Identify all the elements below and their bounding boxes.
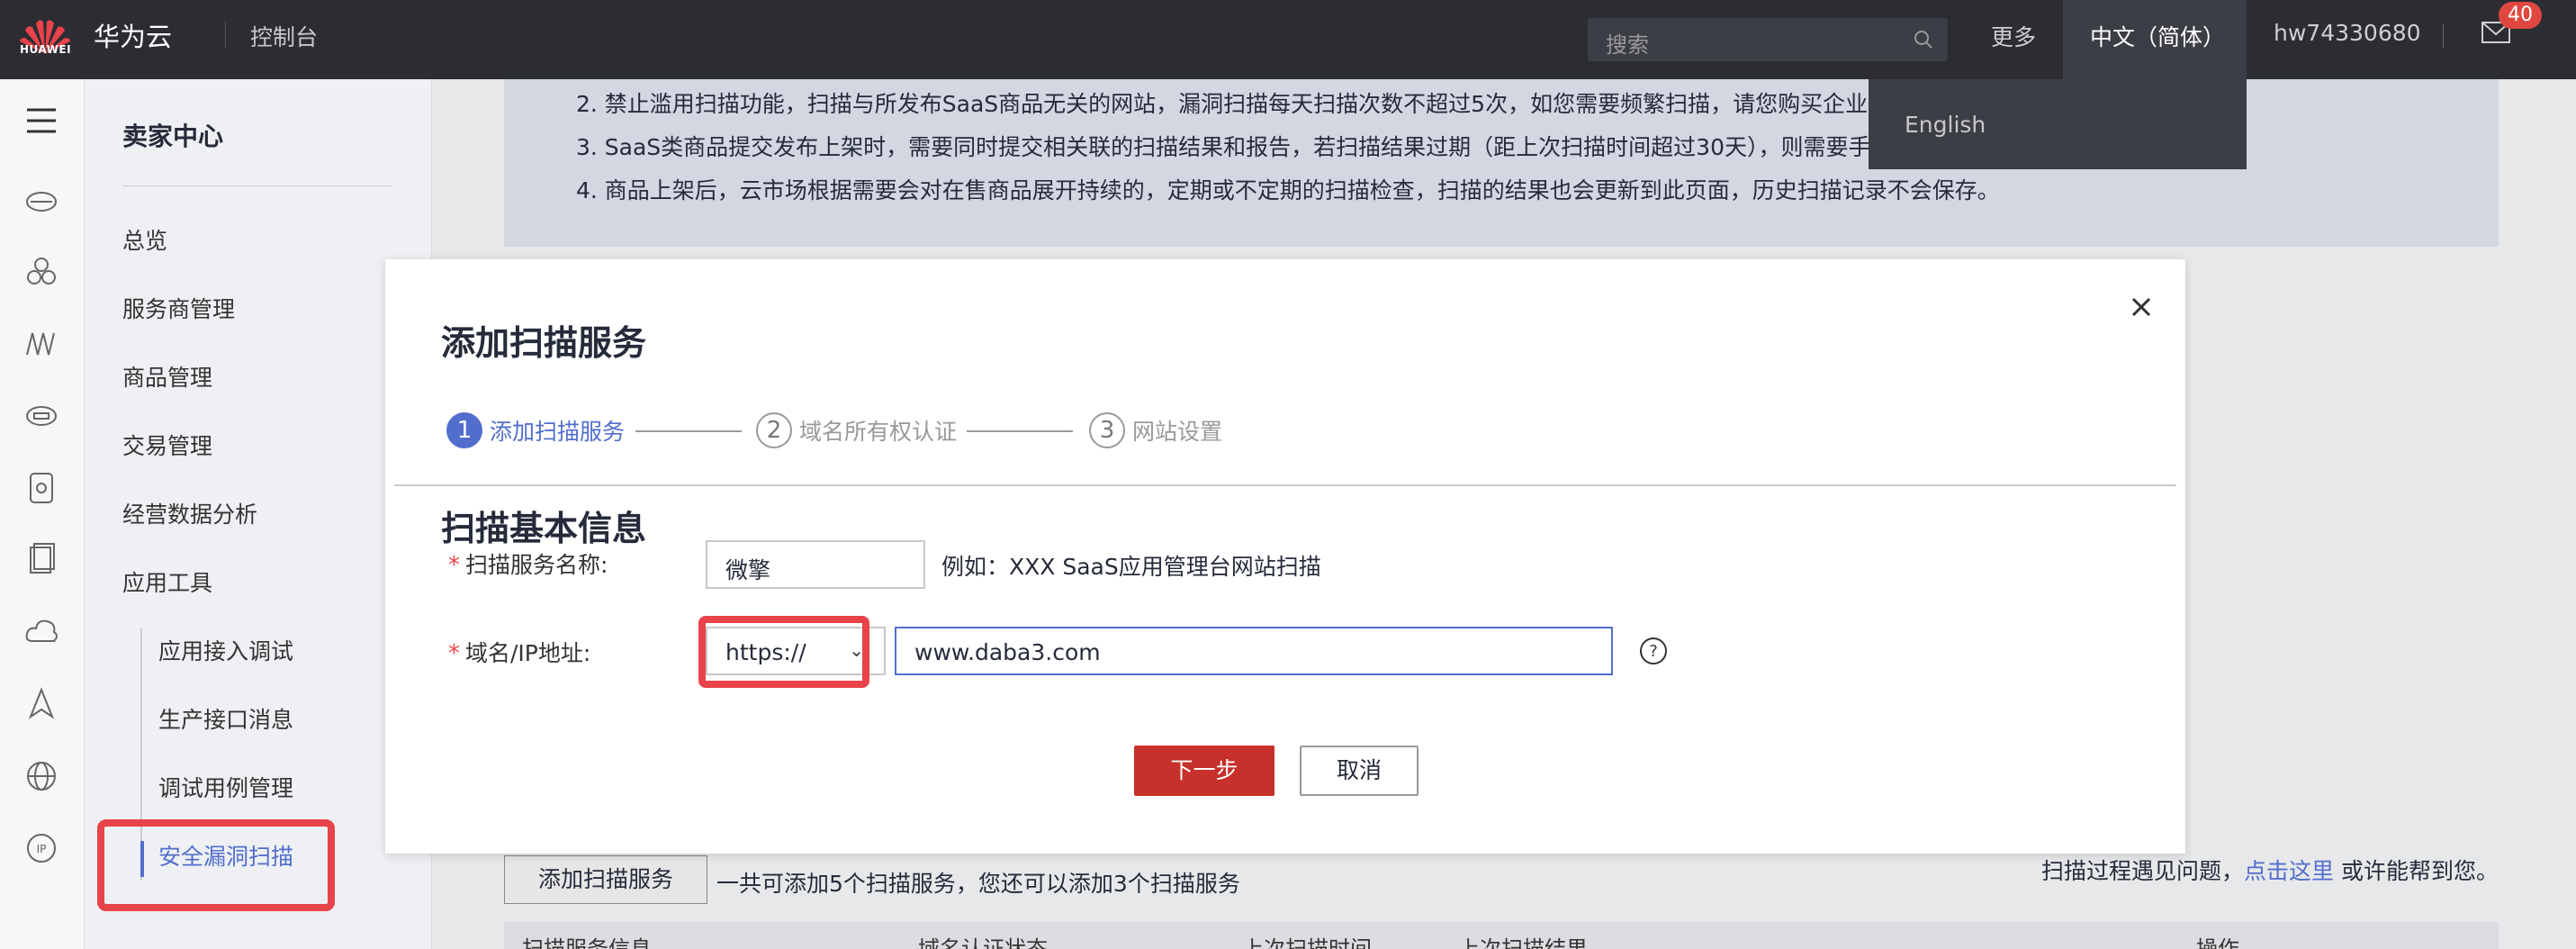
divider xyxy=(122,185,392,186)
divider xyxy=(225,22,226,49)
help-icon[interactable]: ? xyxy=(1638,636,1669,666)
help-prefix: 扫描过程遇见问题， xyxy=(2041,858,2245,884)
step-connector xyxy=(967,430,1073,432)
column-header: 上次扫描时间 xyxy=(1242,936,1372,949)
language-option-english[interactable]: English xyxy=(1905,112,1986,138)
close-icon[interactable] xyxy=(2126,292,2157,322)
section-title: 扫描基本信息 xyxy=(441,509,647,548)
step-label: 网站设置 xyxy=(1132,419,1223,445)
more-menu[interactable]: 更多 xyxy=(1991,20,2036,52)
divider xyxy=(394,484,2176,486)
highlight-outline xyxy=(698,616,869,688)
language-dropdown: English xyxy=(1869,79,2247,169)
logo-text: HUAWEI xyxy=(20,43,72,56)
sidebar-subitem-app-debug[interactable]: 应用接入调试 xyxy=(158,634,293,666)
domain-field-label: * 域名/IP地址: xyxy=(448,636,590,668)
globe-icon[interactable] xyxy=(23,758,59,794)
next-step-button[interactable]: 下一步 xyxy=(1134,746,1274,796)
sidebar-item-overview[interactable]: 总览 xyxy=(122,223,167,256)
svg-text:?: ? xyxy=(1649,642,1658,661)
highlight-outline xyxy=(97,819,335,911)
step-label: 域名所有权认证 xyxy=(799,419,958,445)
language-selector[interactable]: 中文（简体） xyxy=(2063,0,2247,79)
help-suffix: 或许能帮到您。 xyxy=(2334,858,2499,884)
dialog-title: 添加扫描服务 xyxy=(441,323,647,363)
service-icon-rail: IP xyxy=(0,79,85,949)
table-header: 扫描服务信息 域名认证状态 上次扫描时间 上次扫描结果 操作 xyxy=(504,922,2499,949)
document-icon[interactable] xyxy=(23,542,59,578)
add-scan-service-dialog: 添加扫描服务 1 添加扫描服务 2 域名所有权认证 3 网站设置 扫描基本信息 * 扫描… xyxy=(385,259,2185,854)
sidebar-item-product-management[interactable]: 商品管理 xyxy=(122,360,212,393)
sidebar-subitem-interface-messages[interactable]: 生产接口消息 xyxy=(158,702,293,735)
notice-line-3: 3. SaaS类商品提交发布上架时，需要同时提交相关联的扫描结果和报告，若扫描结… xyxy=(576,134,1939,160)
step-1: 1 添加扫描服务 xyxy=(446,412,625,448)
deploy-icon[interactable] xyxy=(23,686,59,722)
scan-service-name-input[interactable]: 微擎 xyxy=(706,540,925,589)
top-navigation-bar: HUAWEI 华为云 控制台 搜索 更多 中文（简体） hw74330680 4… xyxy=(0,0,2576,79)
name-hint: 例如：XXX SaaS应用管理台网站扫描 xyxy=(941,554,1321,580)
svg-text:IP: IP xyxy=(37,843,47,855)
sidebar-item-transaction-management[interactable]: 交易管理 xyxy=(122,429,212,461)
sidebar-item-business-analysis[interactable]: 经营数据分析 xyxy=(122,497,257,529)
name-label-text: 扫描服务名称: xyxy=(465,552,608,578)
add-scan-service-button[interactable]: 添加扫描服务 xyxy=(504,855,707,904)
search-placeholder: 搜索 xyxy=(1606,32,1649,58)
username-menu[interactable]: hw74330680 xyxy=(2274,20,2421,46)
sidebar-title: 卖家中心 xyxy=(122,122,224,151)
mail-count-badge: 40 xyxy=(2499,2,2542,29)
column-header: 操作 xyxy=(2196,936,2239,949)
cloud-icon[interactable] xyxy=(23,614,59,650)
domain-input[interactable]: www.daba3.com xyxy=(895,627,1613,675)
name-field-label: * 扫描服务名称: xyxy=(448,547,608,580)
column-header: 域名认证状态 xyxy=(918,936,1048,949)
brand-name[interactable]: 华为云 xyxy=(94,16,172,54)
menu-icon[interactable] xyxy=(23,103,59,139)
language-label: 中文（简体） xyxy=(2090,24,2226,50)
ip-icon[interactable]: IP xyxy=(23,830,59,866)
cluster-icon[interactable] xyxy=(23,254,59,290)
step-2: 2 域名所有权认证 xyxy=(756,412,957,448)
cloud-server-icon[interactable] xyxy=(23,182,59,218)
console-link[interactable]: 控制台 xyxy=(250,20,318,52)
scan-count-text: 一共可添加5个扫描服务，您还可以添加3个扫描服务 xyxy=(716,871,1240,897)
help-link[interactable]: 点击这里 xyxy=(2244,858,2334,884)
database-icon[interactable] xyxy=(23,470,59,506)
search-icon[interactable] xyxy=(1912,28,1935,51)
scan-service-list: 添加扫描服务 一共可添加5个扫描服务，您还可以添加3个扫描服务 扫描过程遇见问题… xyxy=(504,846,2499,949)
notice-line-4: 4. 商品上架后，云市场根据需要会对在售商品展开持续的，定期或不定期的扫描检查，… xyxy=(576,177,2000,203)
domain-label-text: 域名/IP地址: xyxy=(465,640,591,666)
step-label: 添加扫描服务 xyxy=(490,419,626,445)
column-header: 上次扫描结果 xyxy=(1458,936,1588,949)
step-number: 3 xyxy=(1089,412,1125,448)
sidebar-item-app-tools[interactable]: 应用工具 xyxy=(122,565,212,598)
help-text: 扫描过程遇见问题，点击这里 或许能帮到您。 xyxy=(2041,854,2499,886)
column-header: 扫描服务信息 xyxy=(522,936,652,949)
storage-cloud-icon[interactable] xyxy=(23,398,59,434)
notice-line-2-text: 2. 禁止滥用扫描功能，扫描与所发布SaaS商品无关的网站，漏洞扫描每天扫描次数… xyxy=(576,91,1891,117)
sidebar-subitem-test-cases[interactable]: 调试用例管理 xyxy=(158,771,293,803)
required-mark: * xyxy=(448,552,460,579)
step-3: 3 网站设置 xyxy=(1089,412,1222,448)
step-number: 2 xyxy=(756,412,792,448)
step-connector xyxy=(635,430,742,432)
sidebar-item-provider-management[interactable]: 服务商管理 xyxy=(122,292,235,324)
step-number: 1 xyxy=(446,412,482,448)
cancel-button[interactable]: 取消 xyxy=(1300,746,1419,796)
huawei-logo-icon[interactable] xyxy=(16,5,74,68)
divider xyxy=(2443,23,2444,49)
network-icon[interactable] xyxy=(23,326,59,362)
required-mark: * xyxy=(448,640,460,667)
search-input[interactable]: 搜索 xyxy=(1588,18,1948,61)
notice-line-2: 2. 禁止滥用扫描功能，扫描与所发布SaaS商品无关的网站，漏洞扫描每天扫描次数… xyxy=(576,86,1935,119)
